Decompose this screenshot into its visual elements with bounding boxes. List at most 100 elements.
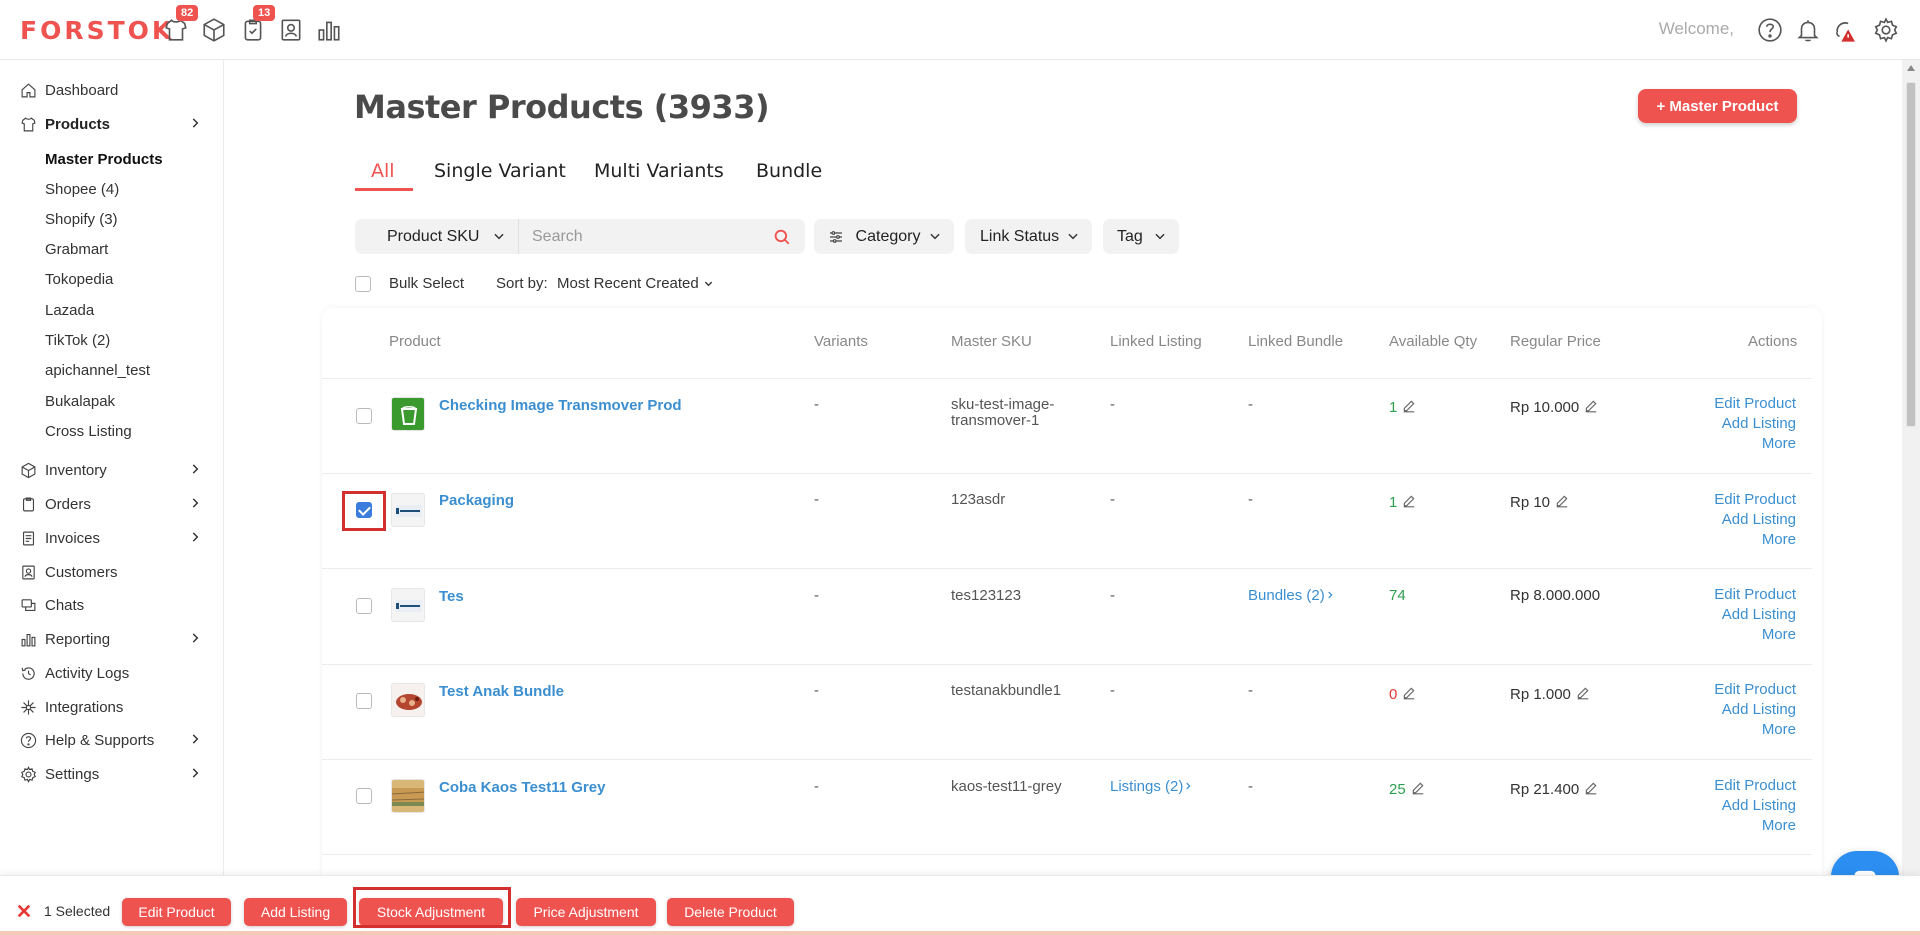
scrollbar-thumb[interactable] [1906,82,1916,427]
bulk-select-label[interactable]: Bulk Select [389,275,464,292]
bulk-select-checkbox[interactable] [355,276,371,292]
product-name-link[interactable]: Test Anak Bundle [439,683,564,700]
edit-pencil-icon[interactable] [1584,781,1598,795]
sidebar-sub-master-products[interactable]: Master Products [45,151,163,168]
row-checkbox[interactable] [356,693,372,709]
gear-icon [20,765,37,783]
notification-bell-icon[interactable] [1794,16,1822,44]
sidebar-sub-cross-listing[interactable]: Cross Listing [45,423,132,440]
box-icon[interactable] [200,16,228,44]
product-thumbnail[interactable] [391,683,425,717]
tab-multi-variants[interactable]: Multi Variants [594,160,724,182]
row-actions: Edit Product Add Listing More [1714,776,1796,836]
add-listing-link[interactable]: Add Listing [1714,796,1796,816]
more-link[interactable]: More [1714,720,1796,740]
product-thumbnail[interactable] [391,397,425,431]
edit-product-link[interactable]: Edit Product [1714,490,1796,510]
sidebar-item-orders[interactable]: Orders [20,491,210,517]
reports-bar-chart-icon[interactable] [315,16,343,44]
edit-pencil-icon[interactable] [1402,494,1416,508]
edit-product-link[interactable]: Edit Product [1714,585,1796,605]
help-icon[interactable] [1756,16,1784,44]
edit-pencil-icon[interactable] [1555,494,1569,508]
settings-gear-icon[interactable] [1872,16,1900,44]
sidebar-item-customers[interactable]: Customers [20,559,210,585]
sidebar-item-help-supports[interactable]: Help & Supports [20,727,210,753]
edit-pencil-icon[interactable] [1576,686,1590,700]
sidebar-sub-shopee[interactable]: Shopee (4) [45,181,119,198]
sidebar-sub-tiktok[interactable]: TikTok (2) [45,332,110,349]
edit-pencil-icon[interactable] [1584,399,1598,413]
delete-product-button[interactable]: Delete Product [667,898,794,926]
add-listing-link[interactable]: Add Listing [1714,414,1796,434]
bulk-edit-product-button[interactable]: Edit Product [122,898,231,926]
tag-filter[interactable]: Tag [1103,219,1179,254]
row-checkbox[interactable] [356,408,372,424]
sidebar-sub-shopify[interactable]: Shopify (3) [45,211,118,228]
add-master-product-button[interactable]: + Master Product [1638,89,1797,123]
product-thumbnail[interactable] [391,779,425,813]
product-thumbnail[interactable] [391,493,425,527]
sidebar-sub-bukalapak[interactable]: Bukalapak [45,393,115,410]
edit-product-link[interactable]: Edit Product [1714,394,1796,414]
sidebar-sub-grabmart[interactable]: Grabmart [45,241,108,258]
sidebar-item-dashboard[interactable]: Dashboard [20,77,210,103]
sync-alert-icon[interactable] [1832,16,1860,44]
sidebar-item-products[interactable]: Products [20,111,210,137]
forstok-logo[interactable]: FORSTOK [20,16,174,45]
tab-bundle[interactable]: Bundle [756,160,822,182]
linked-bundles-link[interactable]: Bundles (2) [1248,588,1335,604]
linked-listings-link[interactable]: Listings (2) [1110,779,1193,795]
link-status-filter[interactable]: Link Status [965,219,1092,254]
edit-pencil-icon[interactable] [1411,781,1425,795]
scroll-up-arrow-icon[interactable] [1907,65,1915,71]
edit-product-link[interactable]: Edit Product [1714,680,1796,700]
sidebar-item-settings[interactable]: Settings [20,761,210,787]
orders-clipboard-icon[interactable]: 13 [239,5,276,44]
product-name-link[interactable]: Coba Kaos Test11 Grey [439,779,605,796]
product-thumbnail[interactable] [391,588,425,622]
more-link[interactable]: More [1714,816,1796,836]
price-adjustment-button[interactable]: Price Adjustment [516,898,656,926]
tab-single-variant[interactable]: Single Variant [434,160,566,182]
add-listing-link[interactable]: Add Listing [1714,510,1796,530]
close-icon[interactable] [16,903,32,919]
add-listing-link[interactable]: Add Listing [1714,605,1796,625]
sku-select[interactable]: Product SKU [355,219,519,254]
more-link[interactable]: More [1714,625,1796,645]
product-name-link[interactable]: Tes [439,588,464,605]
more-link[interactable]: More [1714,530,1796,550]
edit-pencil-icon[interactable] [1402,399,1416,413]
edit-pencil-icon[interactable] [1402,686,1416,700]
chevron-right-icon [192,734,199,744]
variants-cell: - [814,778,819,795]
sort-dropdown[interactable]: Most Recent Created [557,275,714,292]
sidebar-item-chats[interactable]: Chats [20,592,210,618]
add-listing-link[interactable]: Add Listing [1714,700,1796,720]
category-filter[interactable]: Category [814,219,954,254]
sidebar-item-invoices[interactable]: Invoices [20,525,210,551]
sidebar-sub-lazada[interactable]: Lazada [45,302,94,319]
sku-line: testanakbundle1 [951,682,1062,699]
more-link[interactable]: More [1714,434,1796,454]
edit-product-link[interactable]: Edit Product [1714,776,1796,796]
sidebar-item-inventory[interactable]: Inventory [20,457,210,483]
search-icon[interactable] [773,228,791,246]
bulk-add-listing-button[interactable]: Add Listing [244,898,347,926]
product-name-link[interactable]: Checking Image Transmover Prod [439,397,682,414]
sidebar-sub-apichannel-test[interactable]: apichannel_test [45,362,150,379]
row-checkbox[interactable] [356,598,372,614]
products-shirt-icon[interactable]: 82 [162,5,199,44]
search-input[interactable] [532,227,772,246]
sidebar-item-label: Integrations [45,698,124,716]
sidebar-sub-tokopedia[interactable]: Tokopedia [45,271,113,288]
page-scrollbar[interactable] [1902,60,1920,875]
contacts-icon[interactable] [277,16,305,44]
chevron-down-icon [704,281,713,287]
row-checkbox[interactable] [356,788,372,804]
product-name-link[interactable]: Packaging [439,492,514,509]
sidebar-item-integrations[interactable]: Integrations [20,694,210,720]
sidebar-item-activity-logs[interactable]: Activity Logs [20,660,210,686]
tab-all[interactable]: All [371,160,395,182]
sidebar-item-reporting[interactable]: Reporting [20,626,210,652]
